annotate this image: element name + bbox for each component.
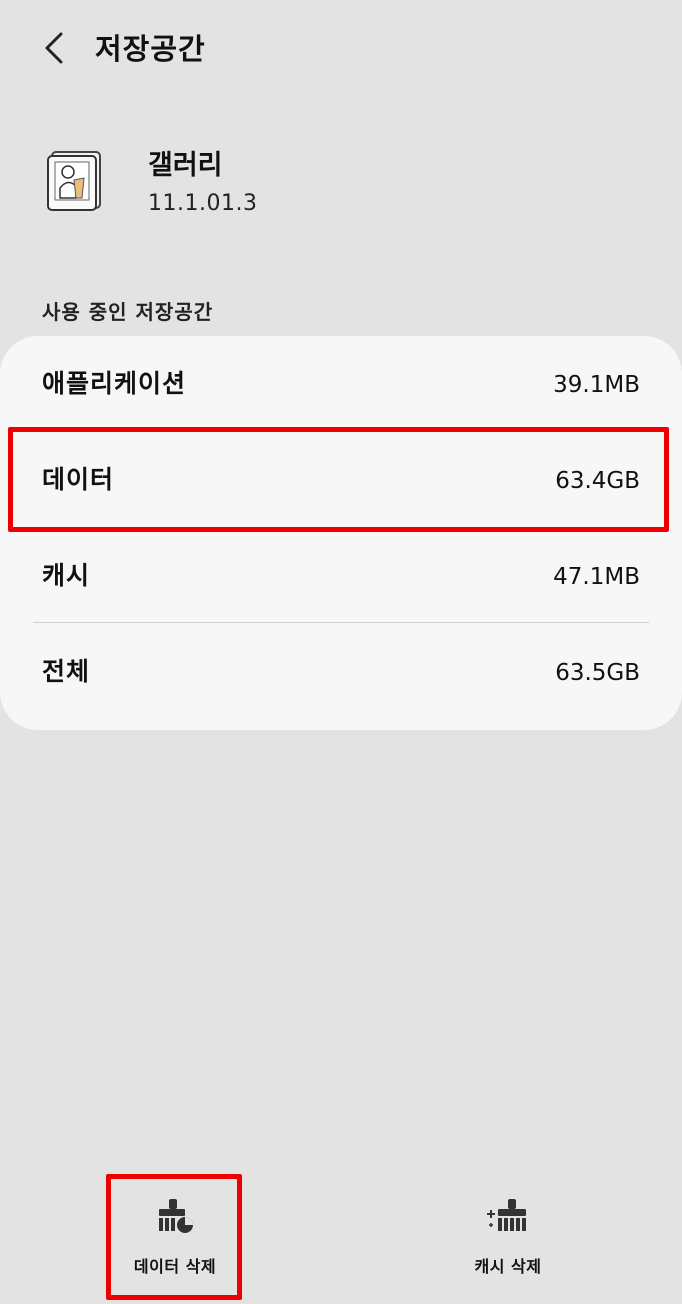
row-value: 63.5GB — [555, 660, 640, 686]
clear-cache-button[interactable]: 캐시 삭제 — [438, 1195, 578, 1285]
row-label: 전체 — [42, 657, 91, 686]
storage-row-data: 데이터 63.4GB — [0, 432, 682, 528]
row-label: 애플리케이션 — [42, 369, 187, 398]
storage-card: 애플리케이션 39.1MB 데이터 63.4GB 캐시 47.1MB 전체 63… — [0, 336, 682, 730]
storage-row-total: 전체 63.5GB — [0, 624, 682, 720]
row-label: 데이터 — [42, 465, 115, 494]
chevron-left-icon — [45, 32, 63, 64]
header: 저장공간 — [0, 0, 682, 96]
back-button[interactable] — [32, 26, 76, 70]
page-title: 저장공간 — [95, 32, 206, 66]
clear-data-button[interactable]: 데이터 삭제 — [105, 1195, 245, 1285]
divider — [33, 622, 649, 623]
app-name: 갤러리 — [148, 150, 223, 181]
row-label: 캐시 — [42, 561, 91, 590]
row-value: 39.1MB — [553, 372, 640, 398]
clear-cache-label: 캐시 삭제 — [474, 1257, 542, 1276]
gallery-app-icon — [46, 150, 102, 212]
row-value: 47.1MB — [553, 564, 640, 590]
section-label: 사용 중인 저장공간 — [42, 300, 214, 324]
clear-data-broom-icon — [153, 1195, 197, 1239]
storage-row-application: 애플리케이션 39.1MB — [0, 336, 682, 432]
row-value: 63.4GB — [555, 468, 640, 494]
storage-row-cache: 캐시 47.1MB — [0, 528, 682, 624]
app-version: 11.1.01.3 — [148, 191, 258, 216]
clear-data-label: 데이터 삭제 — [133, 1257, 217, 1276]
clear-cache-broom-icon — [486, 1195, 530, 1239]
